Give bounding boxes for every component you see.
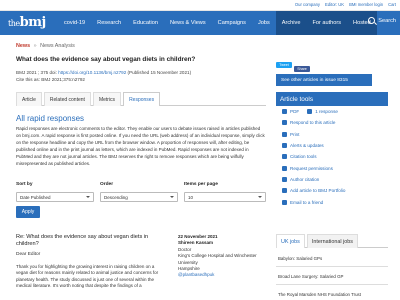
edition-selector[interactable]: Editor: UK xyxy=(325,2,344,7)
tool-responses-count-label: 1 response xyxy=(315,109,338,115)
permissions-icon xyxy=(282,165,287,171)
search-label: Search xyxy=(378,17,396,24)
items-per-page-label: Items per page xyxy=(184,182,218,187)
nav-covid19[interactable]: covid-19 xyxy=(58,11,91,35)
response-author-block: 22 November 2021 Shireen Kassam Doctor K… xyxy=(178,234,266,279)
items-per-page-select[interactable]: 10 xyxy=(184,192,266,202)
job-listing[interactable]: The Royal Marsden NHS Foundation Trust xyxy=(278,292,361,297)
sort-by-label: Sort by xyxy=(16,182,33,187)
order-label: Order xyxy=(100,182,114,187)
order-select[interactable]: Descending xyxy=(100,192,178,202)
tool-author-citation[interactable]: Author citation xyxy=(276,174,388,185)
tab-related-content[interactable]: Related content xyxy=(43,92,91,106)
sort-by-value: Date Published xyxy=(20,194,51,200)
tab-metrics[interactable]: Metrics xyxy=(92,92,122,106)
cite-as: Cite this as: BMJ 2021;375:n2792 xyxy=(16,77,85,82)
response-body: Thank you for highlighting the growing i… xyxy=(16,264,159,289)
tool-print-label: Print xyxy=(290,131,300,137)
nav-for-authors[interactable]: For authors xyxy=(306,11,348,35)
tool-permissions[interactable]: Request permissions xyxy=(276,162,388,173)
chevron-down-icon xyxy=(258,196,262,198)
tool-pdf[interactable]: PDF 1 response xyxy=(276,106,388,117)
apply-button[interactable]: Apply xyxy=(16,206,40,218)
bmj-logo[interactable]: thebmj xyxy=(8,15,46,30)
doi-link[interactable]: https://doi.org/10.1136/bmj.n2792 xyxy=(58,70,126,75)
article-meta: BMJ 2021 ; 375 doi: https://doi.org/10.1… xyxy=(16,69,266,83)
article-tabs: Article Related content Metrics Response… xyxy=(16,92,266,106)
job-listing[interactable]: Broad Lane Surgery: Salaried GP xyxy=(278,274,343,279)
responses-heading: All rapid responses xyxy=(16,114,85,123)
comment-icon xyxy=(307,109,313,115)
tab-responses[interactable]: Responses xyxy=(123,92,161,106)
reply-icon xyxy=(282,120,287,126)
divider xyxy=(276,284,388,285)
jobs-tabs: UK jobs International jobs xyxy=(276,234,388,248)
published-date: (Published 15 November 2021) xyxy=(126,70,192,75)
author-twitter-handle[interactable]: @plantbasedhpuk xyxy=(178,272,266,278)
tool-author-citation-label: Author citation xyxy=(290,176,320,182)
tool-respond[interactable]: Respond to this article xyxy=(276,117,388,128)
nav-archive[interactable]: Archive xyxy=(275,11,307,35)
breadcrumb-separator: » xyxy=(33,43,37,49)
tool-responses-count[interactable]: 1 response xyxy=(307,109,338,115)
article-title: What does the evidence say about vegan d… xyxy=(16,56,196,63)
article-tools-heading: Article tools xyxy=(276,92,388,106)
nav-campaigns[interactable]: Campaigns xyxy=(212,11,252,35)
tool-permissions-label: Request permissions xyxy=(290,165,333,171)
order-value: Descending xyxy=(104,194,128,200)
share-button[interactable]: Share xyxy=(294,66,310,72)
sort-by-select[interactable]: Date Published xyxy=(16,192,94,202)
response-title[interactable]: Re: What does the evidence say about veg… xyxy=(16,234,166,248)
tab-international-jobs[interactable]: International jobs xyxy=(306,234,358,248)
chevron-down-icon xyxy=(170,196,174,198)
divider xyxy=(276,266,388,267)
member-login-link[interactable]: BMI member login xyxy=(349,2,383,7)
citation-icon xyxy=(282,154,287,160)
citation-text: BMJ 2021 ; 375 doi: xyxy=(16,70,59,75)
our-company-link[interactable]: Our company xyxy=(295,2,320,7)
tab-article[interactable]: Article xyxy=(16,92,42,106)
tool-respond-label: Respond to this article xyxy=(290,120,336,126)
response-salutation: Dear Editor xyxy=(16,252,41,257)
email-icon xyxy=(282,199,287,205)
cart-link[interactable]: Cart xyxy=(388,2,396,7)
rapid-responses-intro: Rapid responses are electronic comments … xyxy=(16,126,265,166)
main-navbar: thebmj covid-19 Research Education News … xyxy=(0,11,400,35)
nav-jobs[interactable]: Jobs xyxy=(252,11,276,35)
main-nav: covid-19 Research Education News & Views… xyxy=(58,11,377,35)
tab-uk-jobs[interactable]: UK jobs xyxy=(276,234,305,248)
tool-portfolio[interactable]: Add article to BMJ Portfolio xyxy=(276,185,388,196)
tool-citation[interactable]: Citation tools xyxy=(276,151,388,162)
article-tools-list: PDF 1 response Respond to this article P… xyxy=(276,106,388,208)
alert-icon xyxy=(282,143,287,149)
pdf-icon xyxy=(282,109,287,115)
breadcrumb: News » News Analysis xyxy=(16,43,75,49)
tool-email-label: Email to a friend xyxy=(290,199,324,205)
breadcrumb-news-analysis[interactable]: News Analysis xyxy=(40,43,75,49)
tool-portfolio-label: Add article to BMJ Portfolio xyxy=(290,188,346,194)
author-icon xyxy=(282,176,287,182)
portfolio-icon xyxy=(282,188,287,194)
job-listing[interactable]: Babylon: Salaried GPs xyxy=(278,256,322,261)
tool-pdf-label: PDF xyxy=(290,109,300,115)
print-icon xyxy=(282,131,287,137)
tool-citation-label: Citation tools xyxy=(290,154,317,160)
chevron-down-icon xyxy=(86,196,90,198)
tool-alerts-label: Alerts & updates xyxy=(290,143,324,149)
breadcrumb-news[interactable]: News xyxy=(16,43,30,49)
author-organisation: King's College Hospital and Winchester U… xyxy=(178,253,257,265)
nav-research[interactable]: Research xyxy=(91,11,127,35)
items-per-page-value: 10 xyxy=(188,194,194,200)
utility-bar: Our company Editor: UK BMI member login … xyxy=(0,0,400,11)
nav-news-views[interactable]: News & Views xyxy=(164,11,212,35)
tool-print[interactable]: Print xyxy=(276,129,388,140)
nav-education[interactable]: Education xyxy=(127,11,164,35)
tweet-button[interactable]: Tweet xyxy=(276,62,292,68)
search-icon xyxy=(368,17,376,24)
other-articles-button[interactable]: See other articles in issue 8315 xyxy=(276,74,372,86)
tool-email[interactable]: Email to a friend xyxy=(276,196,388,207)
tool-alerts[interactable]: Alerts & updates xyxy=(276,140,388,151)
search-button[interactable]: Search xyxy=(368,17,396,24)
